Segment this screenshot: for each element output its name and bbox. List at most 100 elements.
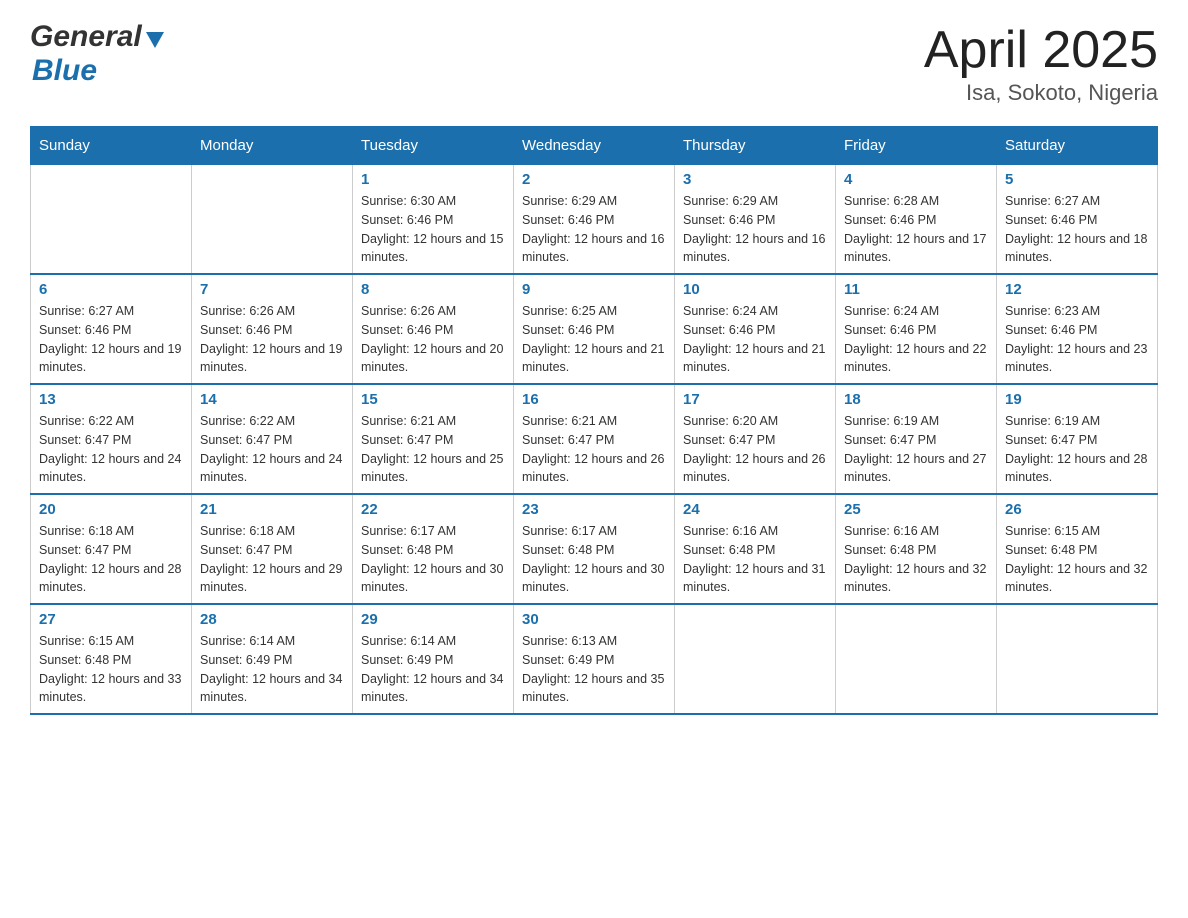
title-block: April 2025 Isa, Sokoto, Nigeria [924, 20, 1158, 106]
table-row [675, 604, 836, 714]
table-row: 28 Sunrise: 6:14 AMSunset: 6:49 PMDayligh… [192, 604, 353, 714]
day-number: 20 [39, 501, 183, 518]
day-number: 22 [361, 501, 505, 518]
day-info: Sunrise: 6:15 AMSunset: 6:48 PMDaylight:… [1005, 522, 1149, 597]
weekday-header-row: Sunday Monday Tuesday Wednesday Thursday… [31, 127, 1158, 165]
header-wednesday: Wednesday [514, 127, 675, 165]
day-number: 3 [683, 171, 827, 188]
day-info: Sunrise: 6:24 AMSunset: 6:46 PMDaylight:… [683, 302, 827, 377]
day-info: Sunrise: 6:27 AMSunset: 6:46 PMDaylight:… [39, 302, 183, 377]
logo-triangle-icon [144, 28, 166, 50]
header-sunday: Sunday [31, 127, 192, 165]
calendar-week-row: 13 Sunrise: 6:22 AMSunset: 6:47 PMDayligh… [31, 384, 1158, 494]
day-number: 25 [844, 501, 988, 518]
table-row: 10 Sunrise: 6:24 AMSunset: 6:46 PMDayligh… [675, 274, 836, 384]
table-row: 13 Sunrise: 6:22 AMSunset: 6:47 PMDayligh… [31, 384, 192, 494]
calendar-week-row: 1 Sunrise: 6:30 AMSunset: 6:46 PMDaylight… [31, 165, 1158, 275]
day-info: Sunrise: 6:21 AMSunset: 6:47 PMDaylight:… [361, 412, 505, 487]
table-row: 26 Sunrise: 6:15 AMSunset: 6:48 PMDayligh… [997, 494, 1158, 604]
table-row: 21Sunrise: 6:18 AMSunset: 6:47 PMDayligh… [192, 494, 353, 604]
day-info: Sunrise: 6:22 AMSunset: 6:47 PMDaylight:… [39, 412, 183, 487]
table-row: 17 Sunrise: 6:20 AMSunset: 6:47 PMDayligh… [675, 384, 836, 494]
header-saturday: Saturday [997, 127, 1158, 165]
calendar-week-row: 6 Sunrise: 6:27 AMSunset: 6:46 PMDaylight… [31, 274, 1158, 384]
day-info: Sunrise: 6:14 AMSunset: 6:49 PMDaylight:… [361, 632, 505, 707]
day-number: 19 [1005, 391, 1149, 408]
table-row: 30 Sunrise: 6:13 AMSunset: 6:49 PMDayligh… [514, 604, 675, 714]
table-row: 11 Sunrise: 6:24 AMSunset: 6:46 PMDayligh… [836, 274, 997, 384]
table-row: 24 Sunrise: 6:16 AMSunset: 6:48 PMDayligh… [675, 494, 836, 604]
table-row: 9 Sunrise: 6:25 AMSunset: 6:46 PMDaylight… [514, 274, 675, 384]
day-number: 9 [522, 281, 666, 298]
day-info: Sunrise: 6:25 AMSunset: 6:46 PMDaylight:… [522, 302, 666, 377]
day-info: Sunrise: 6:20 AMSunset: 6:47 PMDaylight:… [683, 412, 827, 487]
table-row [997, 604, 1158, 714]
day-number: 27 [39, 611, 183, 628]
day-number: 12 [1005, 281, 1149, 298]
header-monday: Monday [192, 127, 353, 165]
day-number: 1 [361, 171, 505, 188]
day-info: Sunrise: 6:26 AMSunset: 6:46 PMDaylight:… [200, 302, 344, 377]
table-row [192, 165, 353, 275]
day-number: 14 [200, 391, 344, 408]
day-number: 8 [361, 281, 505, 298]
day-number: 29 [361, 611, 505, 628]
day-info: Sunrise: 6:22 AMSunset: 6:47 PMDaylight:… [200, 412, 344, 487]
day-info: Sunrise: 6:28 AMSunset: 6:46 PMDaylight:… [844, 192, 988, 267]
table-row: 7 Sunrise: 6:26 AMSunset: 6:46 PMDaylight… [192, 274, 353, 384]
logo-general-text: General [30, 20, 142, 54]
day-number: 23 [522, 501, 666, 518]
page-header: General Blue April 2025 Isa, Sokoto, Nig… [30, 20, 1158, 106]
day-info: Sunrise: 6:16 AMSunset: 6:48 PMDaylight:… [683, 522, 827, 597]
day-info: Sunrise: 6:30 AMSunset: 6:46 PMDaylight:… [361, 192, 505, 267]
day-number: 21 [200, 501, 344, 518]
table-row: 27 Sunrise: 6:15 AMSunset: 6:48 PMDayligh… [31, 604, 192, 714]
table-row: 6 Sunrise: 6:27 AMSunset: 6:46 PMDaylight… [31, 274, 192, 384]
table-row: 2Sunrise: 6:29 AMSunset: 6:46 PMDaylight… [514, 165, 675, 275]
table-row: 29 Sunrise: 6:14 AMSunset: 6:49 PMDayligh… [353, 604, 514, 714]
day-info: Sunrise: 6:14 AMSunset: 6:49 PMDaylight:… [200, 632, 344, 707]
day-info: Sunrise: 6:19 AMSunset: 6:47 PMDaylight:… [1005, 412, 1149, 487]
calendar-week-row: 27 Sunrise: 6:15 AMSunset: 6:48 PMDayligh… [31, 604, 1158, 714]
day-number: 30 [522, 611, 666, 628]
day-number: 28 [200, 611, 344, 628]
day-number: 6 [39, 281, 183, 298]
calendar-table: Sunday Monday Tuesday Wednesday Thursday… [30, 126, 1158, 715]
day-number: 4 [844, 171, 988, 188]
day-info: Sunrise: 6:18 AMSunset: 6:47 PMDaylight:… [39, 522, 183, 597]
day-number: 5 [1005, 171, 1149, 188]
calendar-subtitle: Isa, Sokoto, Nigeria [924, 80, 1158, 106]
table-row: 22 Sunrise: 6:17 AMSunset: 6:48 PMDayligh… [353, 494, 514, 604]
table-row: 20 Sunrise: 6:18 AMSunset: 6:47 PMDayligh… [31, 494, 192, 604]
day-number: 15 [361, 391, 505, 408]
day-info: Sunrise: 6:21 AMSunset: 6:47 PMDaylight:… [522, 412, 666, 487]
day-number: 13 [39, 391, 183, 408]
logo-blue-text: Blue [32, 54, 97, 87]
day-info: Sunrise: 6:19 AMSunset: 6:47 PMDaylight:… [844, 412, 988, 487]
day-info: Sunrise: 6:15 AMSunset: 6:48 PMDaylight:… [39, 632, 183, 707]
table-row: 1 Sunrise: 6:30 AMSunset: 6:46 PMDaylight… [353, 165, 514, 275]
header-thursday: Thursday [675, 127, 836, 165]
day-info: Sunrise: 6:27 AMSunset: 6:46 PMDaylight:… [1005, 192, 1149, 267]
day-info: Sunrise: 6:29 AMSunset: 6:46 PMDaylight:… [522, 192, 666, 267]
table-row: 25Sunrise: 6:16 AMSunset: 6:48 PMDayligh… [836, 494, 997, 604]
header-tuesday: Tuesday [353, 127, 514, 165]
table-row: 18Sunrise: 6:19 AMSunset: 6:47 PMDayligh… [836, 384, 997, 494]
logo: General Blue [30, 20, 166, 88]
day-info: Sunrise: 6:24 AMSunset: 6:46 PMDaylight:… [844, 302, 988, 377]
day-number: 7 [200, 281, 344, 298]
table-row: 4 Sunrise: 6:28 AMSunset: 6:46 PMDaylight… [836, 165, 997, 275]
day-info: Sunrise: 6:17 AMSunset: 6:48 PMDaylight:… [361, 522, 505, 597]
day-number: 17 [683, 391, 827, 408]
day-info: Sunrise: 6:13 AMSunset: 6:49 PMDaylight:… [522, 632, 666, 707]
calendar-week-row: 20 Sunrise: 6:18 AMSunset: 6:47 PMDayligh… [31, 494, 1158, 604]
day-number: 10 [683, 281, 827, 298]
day-number: 24 [683, 501, 827, 518]
calendar-title: April 2025 [924, 20, 1158, 80]
header-friday: Friday [836, 127, 997, 165]
day-number: 11 [844, 281, 988, 298]
table-row: 14 Sunrise: 6:22 AMSunset: 6:47 PMDayligh… [192, 384, 353, 494]
day-number: 26 [1005, 501, 1149, 518]
day-info: Sunrise: 6:26 AMSunset: 6:46 PMDaylight:… [361, 302, 505, 377]
table-row: 23Sunrise: 6:17 AMSunset: 6:48 PMDayligh… [514, 494, 675, 604]
